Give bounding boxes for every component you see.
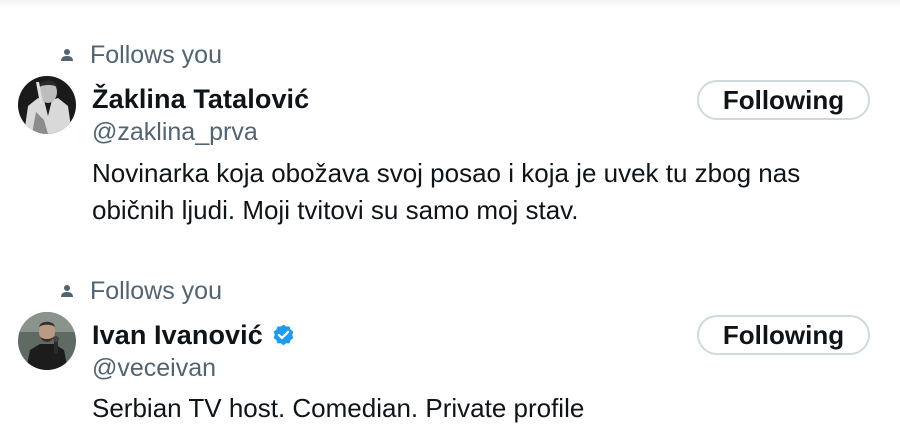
avatar[interactable] <box>18 312 76 370</box>
verified-badge-icon <box>271 323 296 348</box>
following-list: Follows you Žaklina Tatalović @zaklina_p… <box>0 0 900 442</box>
display-name[interactable]: Ivan Ivanović <box>92 320 263 351</box>
user-bio: Serbian TV host. Comedian. Private profi… <box>92 393 585 423</box>
follows-you-row: Follows you <box>60 276 222 306</box>
follows-you-row: Follows you <box>60 40 222 70</box>
user-handle[interactable]: @veceivan <box>92 352 216 384</box>
avatar[interactable] <box>18 76 76 134</box>
user-cell[interactable]: Follows you Žaklina Tatalović @zaklina_p… <box>0 0 900 260</box>
person-icon <box>60 48 74 62</box>
user-bio: Novinarka koja obožava svoj posao i koja… <box>92 158 801 225</box>
following-button[interactable]: Following <box>697 315 870 355</box>
name-row: Ivan Ivanović <box>92 318 296 352</box>
person-icon <box>60 284 74 298</box>
name-row: Žaklina Tatalović <box>92 82 309 116</box>
follows-you-label: Follows you <box>90 276 222 305</box>
follows-you-label: Follows you <box>90 40 222 69</box>
user-handle[interactable]: @zaklina_prva <box>92 116 258 148</box>
display-name[interactable]: Žaklina Tatalović <box>92 84 309 115</box>
user-cell[interactable]: Follows you Ivan Ivanović @veceivan Foll… <box>0 260 900 442</box>
following-button[interactable]: Following <box>697 80 870 120</box>
